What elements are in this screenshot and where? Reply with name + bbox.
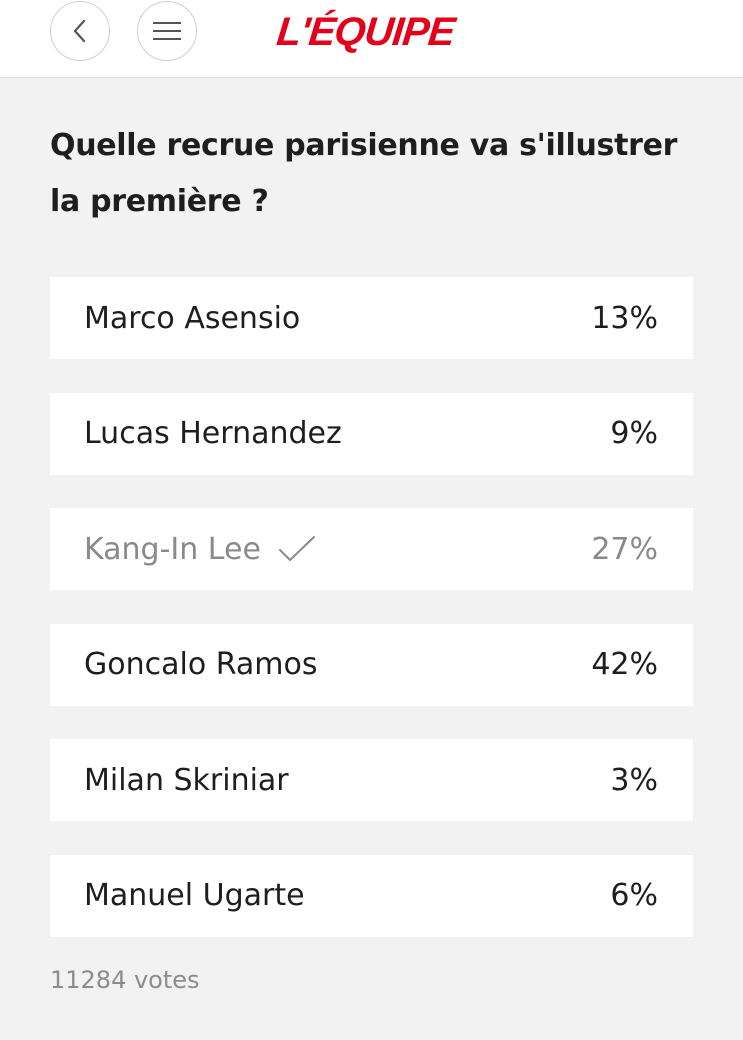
option-label: Milan Skriniar: [84, 762, 289, 798]
poll-option[interactable]: Milan Skriniar 3%: [50, 739, 693, 822]
poll-option[interactable]: Marco Asensio 13%: [50, 277, 693, 359]
lequipe-logo[interactable]: L'ÉQUIPE: [274, 8, 457, 56]
poll-option[interactable]: Lucas Hernandez 9%: [50, 392, 693, 475]
menu-button[interactable]: [137, 1, 197, 61]
option-percent: 42%: [591, 647, 658, 683]
poll-options: Marco Asensio 13% Lucas Hernandez 9% Kan…: [50, 277, 693, 971]
option-percent: 13%: [591, 300, 658, 336]
back-button[interactable]: [50, 1, 110, 61]
option-label: Marco Asensio: [84, 300, 301, 336]
option-label: Lucas Hernandez: [84, 416, 342, 452]
vote-count: 11284 votes: [50, 966, 200, 994]
poll-question: Quelle recrue parisienne va s'illustrer …: [50, 128, 678, 219]
option-label: Manuel Ugarte: [84, 878, 305, 914]
option-label: Goncalo Ramos: [84, 647, 318, 683]
option-percent: 3%: [610, 762, 658, 798]
option-label: Kang-In Lee: [84, 531, 261, 567]
chevron-left-icon: [73, 19, 86, 43]
poll-option-selected[interactable]: Kang-In Lee 27%: [50, 508, 693, 591]
hamburger-menu-icon: [153, 22, 181, 40]
top-bar: L'ÉQUIPE: [0, 0, 743, 78]
poll-option[interactable]: Goncalo Ramos 42%: [50, 623, 693, 706]
option-percent: 27%: [591, 531, 658, 567]
poll-option[interactable]: Manuel Ugarte 6%: [50, 854, 693, 937]
option-percent: 9%: [610, 416, 658, 452]
checkmark-icon: [278, 536, 315, 562]
option-percent: 6%: [610, 878, 658, 914]
